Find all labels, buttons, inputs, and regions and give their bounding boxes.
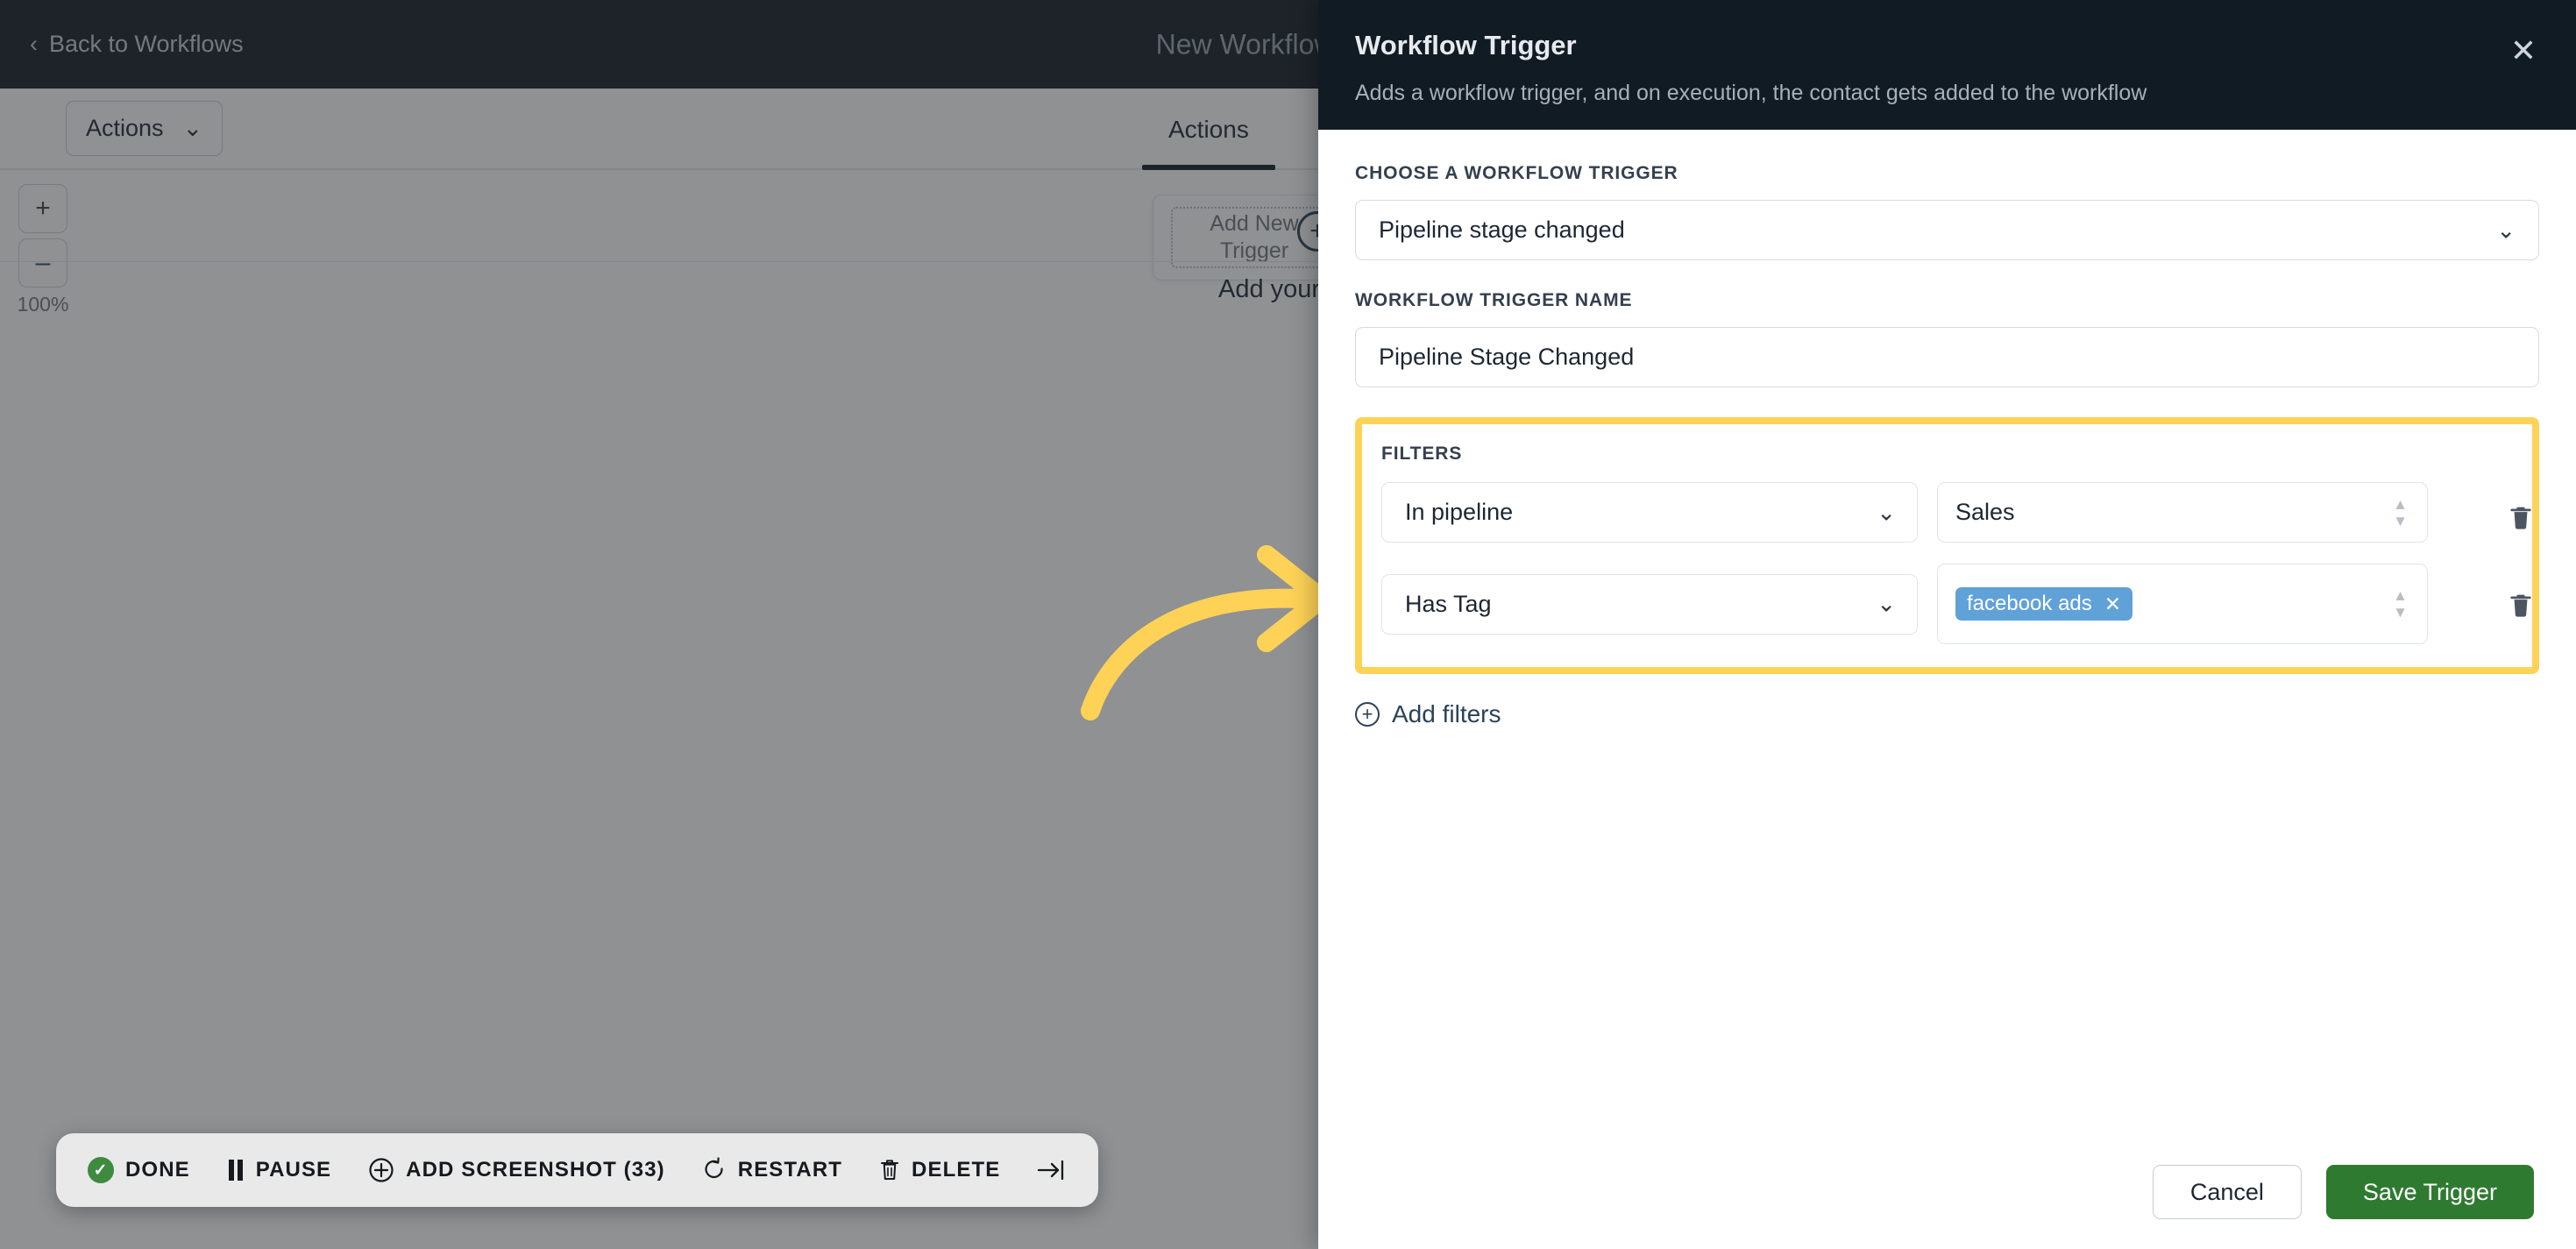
panel-footer: Cancel Save Trigger — [1318, 1165, 2576, 1249]
recorder-collapse-button[interactable] — [1037, 1159, 1067, 1182]
restart-icon — [702, 1157, 727, 1183]
recorder-pause-button[interactable]: PAUSE — [227, 1158, 331, 1182]
pause-icon — [227, 1159, 245, 1182]
chevron-up-down-icon: ▲ ▼ — [2393, 495, 2408, 529]
filter-key-select[interactable]: In pipeline ⌄ — [1381, 482, 1918, 543]
recorder-add-screenshot-label: ADD SCREENSHOT (33) — [406, 1158, 665, 1182]
filters-section: FILTERS In pipeline ⌄ Sales ▲ ▼ Has Tag … — [1355, 417, 2539, 674]
delete-filter-button[interactable] — [2501, 585, 2541, 626]
close-icon[interactable]: ✕ — [2504, 32, 2543, 70]
trash-icon — [879, 1157, 900, 1183]
tag-chip[interactable]: facebook ads ✕ — [1955, 587, 2133, 621]
choose-trigger-value: Pipeline stage changed — [1379, 216, 1625, 243]
cancel-button[interactable]: Cancel — [2152, 1165, 2302, 1219]
arrow-to-right-icon — [1037, 1159, 1067, 1182]
chevron-down-icon: ⌄ — [1877, 499, 1896, 525]
panel-body: CHOOSE A WORKFLOW TRIGGER Pipeline stage… — [1318, 130, 2576, 1165]
filters-label: FILTERS — [1381, 444, 1463, 464]
recorder-done-label: DONE — [125, 1158, 190, 1182]
filter-value-tags[interactable]: facebook ads ✕ ▲ ▼ — [1937, 564, 2428, 644]
filter-value-text: Sales — [1955, 499, 2015, 525]
trigger-name-value: Pipeline Stage Changed — [1379, 344, 1635, 370]
check-circle-icon: ✓ — [88, 1157, 114, 1183]
recorder-add-screenshot-button[interactable]: ADD SCREENSHOT (33) — [368, 1157, 665, 1183]
choose-trigger-label: CHOOSE A WORKFLOW TRIGGER — [1355, 163, 1678, 183]
chevron-up-down-icon: ▲ ▼ — [2393, 587, 2408, 621]
panel-header: Workflow Trigger Adds a workflow trigger… — [1318, 0, 2576, 130]
recorder-toolbar: ✓ DONE PAUSE ADD SCREENSHOT (33) RESTART… — [56, 1133, 1099, 1207]
recorder-restart-button[interactable]: RESTART — [702, 1157, 842, 1183]
filter-row: In pipeline ⌄ Sales ▲ ▼ — [1381, 482, 2513, 543]
trigger-name-label: WORKFLOW TRIGGER NAME — [1355, 290, 1633, 310]
recorder-pause-label: PAUSE — [255, 1158, 332, 1182]
trigger-name-input[interactable]: Pipeline Stage Changed — [1355, 327, 2539, 387]
recorder-delete-button[interactable]: DELETE — [879, 1157, 1000, 1183]
filter-key-value: Has Tag — [1405, 590, 1492, 617]
recorder-restart-label: RESTART — [737, 1158, 843, 1182]
app-root: ‹ Back to Workflows New Workflow : 1688 … — [0, 0, 2576, 1249]
filter-key-select[interactable]: Has Tag ⌄ — [1381, 573, 1918, 635]
add-filters-label: Add filters — [1392, 700, 1501, 727]
recorder-done-button[interactable]: ✓ DONE — [88, 1157, 190, 1183]
chevron-down-icon: ⌄ — [1877, 590, 1896, 617]
workflow-trigger-panel: Workflow Trigger Adds a workflow trigger… — [1318, 0, 2576, 1249]
panel-title: Workflow Trigger — [1355, 30, 1577, 60]
plus-circle-icon: + — [1355, 702, 1380, 727]
recorder-delete-label: DELETE — [912, 1158, 1001, 1182]
filter-value-select[interactable]: Sales ▲ ▼ — [1937, 482, 2428, 543]
delete-filter-button[interactable] — [2501, 498, 2541, 538]
choose-trigger-select[interactable]: Pipeline stage changed ⌄ — [1355, 200, 2539, 260]
close-icon[interactable]: ✕ — [2104, 593, 2121, 614]
panel-subtitle: Adds a workflow trigger, and on executio… — [1355, 81, 2147, 105]
filter-row: Has Tag ⌄ facebook ads ✕ ▲ ▼ — [1381, 564, 2513, 644]
tag-chip-label: facebook ads — [1967, 592, 2092, 615]
plus-circle-icon — [368, 1157, 394, 1183]
chevron-down-icon: ⌄ — [2496, 216, 2516, 243]
save-trigger-button[interactable]: Save Trigger — [2325, 1165, 2534, 1219]
add-filters-button[interactable]: + Add filters — [1355, 700, 1501, 728]
filter-key-value: In pipeline — [1405, 499, 1514, 525]
